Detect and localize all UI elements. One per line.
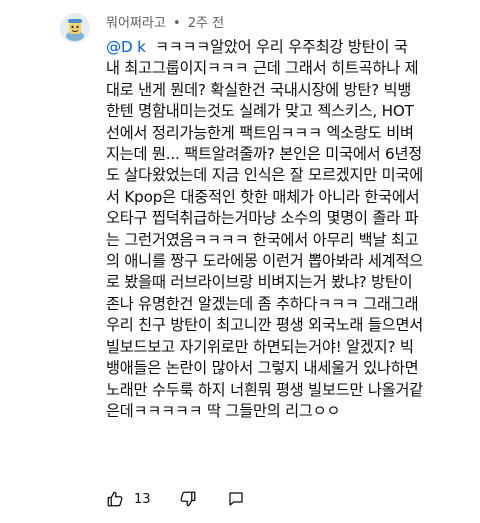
comment-line-text: ㅋㅋㅋㅋ알았어 우리 우주최강 방탄이 국 (154, 38, 408, 56)
comment-line: 도 살다왔었는데 지금 인식은 잘 모르겠지만 미국에 (106, 166, 423, 185)
author-name[interactable]: 뭐어쩌라고 (106, 16, 166, 31)
comment-line: 는 그런거였음ㅋㅋㅋㅋ 한국에서 아무리 백날 최고 (106, 230, 419, 249)
comment-line: 우리 친구 방탄이 최고니깐 평생 외국노래 들으면서 (106, 316, 423, 335)
avatar[interactable] (60, 13, 90, 43)
comment-line: 빌보드보고 자기위로만 하면되는거야! 알겠지? 빅 (106, 337, 414, 356)
comment-line: 로 봤을때 러브라이브랑 비벼지는거 봤냐? 방탄이 (106, 273, 413, 292)
comment-line: 의 애니를 짱구 도라에몽 이런거 뽑아봐라 세계적으 (106, 252, 423, 271)
comment-line: 오타구 찝덕취급하는거마냥 소수의 몇명이 졸라 파 (106, 209, 419, 228)
comment-line: 대로 낸게 뭔데? 확실한건 국내시장에 방탄? 빅뱅 (106, 80, 412, 99)
comment-text: @D k ㅋㅋㅋㅋ알았어 우리 우주최강 방탄이 국 내 최고그룹이지ㅋㅋㅋ 근… (106, 37, 466, 422)
comment-line: 존나 유명한건 알겠는데 좀 추하다ㅋㅋㅋ 그래그래 (106, 294, 419, 313)
comment-line: 뱅애들은 논란이 많아서 그렇지 내세울거 있나하면 (106, 359, 419, 378)
comment-header: 뭐어쩌라고 • 2주 전 (106, 12, 224, 31)
thumbs-down-icon[interactable] (179, 490, 197, 508)
meta-separator: • (172, 16, 181, 31)
comment-line: 내 최고그룹이지ㅋㅋㅋ 근데 그래서 히트곡하나 제 (106, 59, 419, 78)
comment-line: 선에서 정리가능한게 팩트임ㅋㅋㅋ 엑소랑도 비벼 (106, 123, 414, 142)
comment-time[interactable]: 2주 전 (188, 16, 224, 31)
like-count: 13 (134, 491, 151, 507)
comment-line: @D k ㅋㅋㅋㅋ알았어 우리 우주최강 방탄이 국 (106, 37, 466, 58)
comment: 뭐어쩌라고 • 2주 전 @D k ㅋㅋㅋㅋ알았어 우리 우주최강 방탄이 국 … (0, 0, 480, 523)
avatar-image (60, 13, 90, 43)
comment-line: 서 Kpop은 대중적인 핫한 매체가 아니라 한국에서 (106, 187, 420, 206)
comment-actions: 13 (106, 490, 245, 508)
comment-line: 노래만 수두룩 하지 너흰뭐 평생 빌보드만 나올거같 (106, 380, 423, 399)
comment-line: 지는데 뭔... 팩트알려줄까? 본인은 미국에서 6년정 (106, 145, 423, 164)
comment-line: 한텐 명함내미는것도 실례가 맞고 젝스키스, HOT (106, 102, 414, 121)
comment-reply-icon[interactable] (227, 490, 245, 508)
comment-line: 은데ㅋㅋㅋㅋㅋ 딱 그들만의 리그ㅇㅇ (106, 401, 341, 420)
thumbs-up-icon[interactable] (106, 490, 124, 508)
mention-link[interactable]: @D k (106, 38, 146, 56)
